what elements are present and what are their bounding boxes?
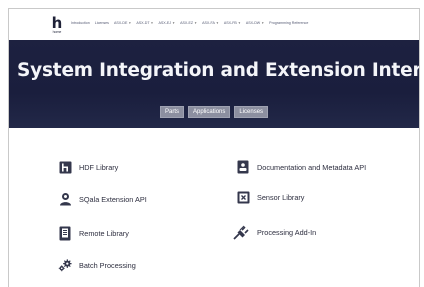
parts-button[interactable]: Parts xyxy=(160,106,185,118)
nav-label: ASX-DE xyxy=(113,21,128,25)
feature-batch-processing[interactable]: Batch Processing xyxy=(58,258,136,272)
feature-documentation-api[interactable]: Documentation and Metadata API xyxy=(236,160,366,174)
chevron-down-icon: ▼ xyxy=(237,21,241,25)
gears-icon xyxy=(58,258,72,272)
nav-introduction[interactable]: Introduction xyxy=(71,21,90,25)
logo-mark: h xyxy=(51,13,63,32)
nav-label: Programming Reference xyxy=(269,21,309,25)
hdf-library-icon xyxy=(58,160,72,174)
nav-label: ASX-EJ xyxy=(158,21,172,25)
hero-button-group: Parts Applications Licenses xyxy=(160,106,269,118)
feature-label: SQala Extension API xyxy=(79,194,147,204)
page-title: System Integration and Extension Interfa… xyxy=(17,60,420,81)
sensor-icon xyxy=(236,190,250,204)
nav-asx-ez[interactable]: ASX-EZ ▼ xyxy=(180,21,197,25)
logo-text: home xyxy=(52,29,62,34)
feature-label: Sensor Library xyxy=(257,192,305,202)
nav-licenses[interactable]: Licenses xyxy=(95,21,109,25)
applications-button[interactable]: Applications xyxy=(188,106,231,118)
nav-programming-reference[interactable]: Programming Reference xyxy=(269,21,308,25)
hero-banner: System Integration and Extension Interfa… xyxy=(9,40,419,128)
licenses-button[interactable]: Licenses xyxy=(234,106,269,118)
feature-label: Processing Add-In xyxy=(257,227,317,237)
feature-sensor-library[interactable]: Sensor Library xyxy=(236,190,304,204)
person-icon xyxy=(58,192,72,206)
nav-label: ASX-EZ xyxy=(180,21,194,25)
document-icon xyxy=(236,160,250,174)
feature-label: HDF Library xyxy=(79,162,119,172)
feature-label: Remote Library xyxy=(79,228,129,238)
nav-asx-fa[interactable]: ASX-FA ▼ xyxy=(202,21,219,25)
nav-label: ASX-FB xyxy=(223,21,237,25)
chevron-down-icon: ▼ xyxy=(150,21,154,25)
chevron-down-icon: ▼ xyxy=(128,21,132,25)
feature-label: Batch Processing xyxy=(79,260,136,270)
home-logo[interactable]: h home xyxy=(47,12,67,38)
chevron-down-icon: ▼ xyxy=(261,21,265,25)
nav-asx-dw[interactable]: ASX-DW ▼ xyxy=(246,21,264,25)
nav-menu: Introduction Licenses ASX-DE ▼ ASX-DT ▼ AS… xyxy=(71,21,308,25)
remote-icon xyxy=(58,226,72,240)
nav-label: ASX-FA xyxy=(202,21,215,25)
nav-asx-fb[interactable]: ASX-FB ▼ xyxy=(224,21,241,25)
nav-asx-dt[interactable]: ASX-DT ▼ xyxy=(136,21,153,25)
feature-list: HDF Library Documentation and Metadata A… xyxy=(9,128,419,287)
nav-asx-ej[interactable]: ASX-EJ ▼ xyxy=(159,21,176,25)
chevron-down-icon: ▼ xyxy=(194,21,198,25)
feature-hdf-library[interactable]: HDF Library xyxy=(58,160,118,174)
nav-label: ASX-DT xyxy=(136,21,150,25)
chevron-down-icon: ▼ xyxy=(215,21,219,25)
page-frame: h home Introduction Licenses ASX-DE ▼ ASX… xyxy=(8,8,420,287)
nav-label: Licenses xyxy=(94,21,109,25)
chevron-down-icon: ▼ xyxy=(172,21,176,25)
feature-processing-addin[interactable]: Processing Add-In xyxy=(233,225,317,240)
nav-label: Introduction xyxy=(71,21,90,25)
feature-label: Documentation and Metadata API xyxy=(257,162,367,172)
top-navigation: h home Introduction Licenses ASX-DE ▼ ASX… xyxy=(9,9,419,40)
feature-sqala-api[interactable]: SQala Extension API xyxy=(58,192,147,206)
feature-remote-library[interactable]: Remote Library xyxy=(58,226,129,240)
plug-icon xyxy=(233,225,250,240)
nav-asx-de[interactable]: ASX-DE ▼ xyxy=(114,21,131,25)
nav-label: ASX-DW xyxy=(245,21,261,25)
